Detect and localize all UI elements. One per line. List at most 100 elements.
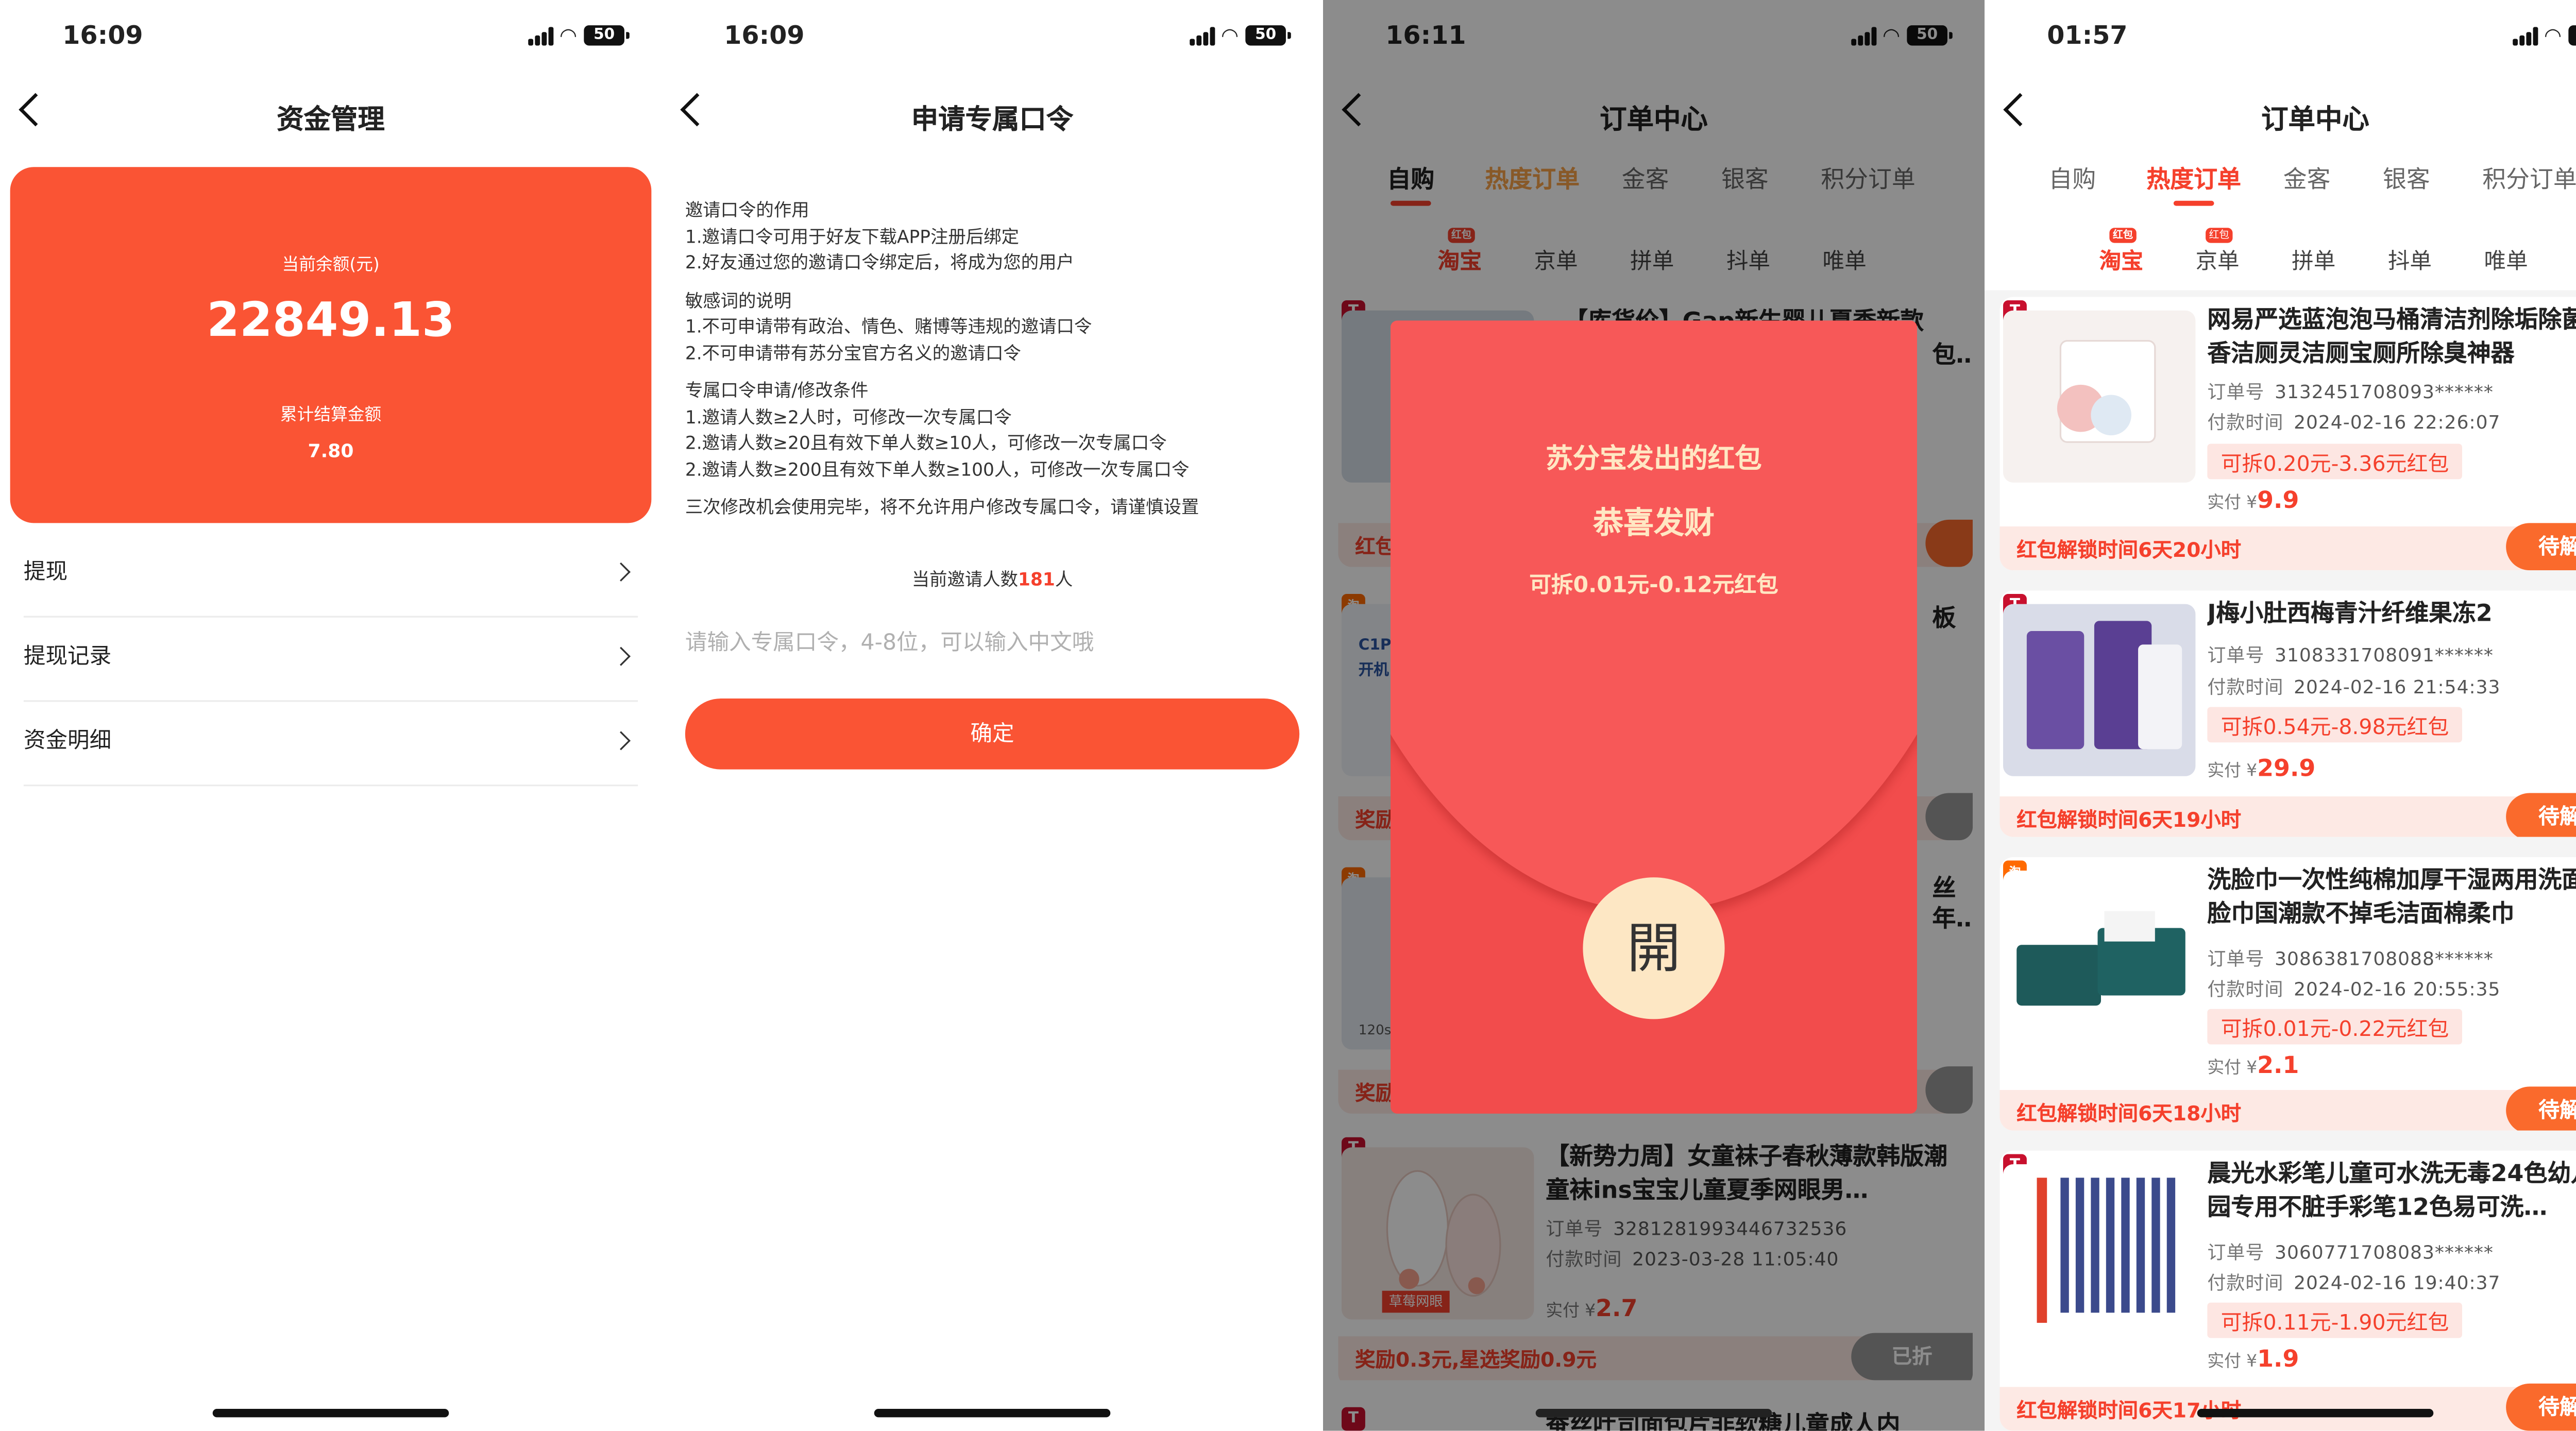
balance-label: 当前余额(元)	[282, 256, 380, 275]
signal-icon	[2512, 26, 2537, 45]
order-number-label: 订单号	[2207, 948, 2265, 970]
payment-time-label: 付款时间	[2207, 978, 2284, 1001]
tab-gold-customers[interactable]: 金客	[2283, 162, 2331, 196]
order-card[interactable]: 淘 洗脸巾一次性纯棉加厚干湿两用洗面擦脸巾国潮款不掉毛洁面棉柔巾 订单号3086…	[1999, 857, 2576, 1131]
tab-self-purchase[interactable]: 自购	[2048, 162, 2096, 196]
subtab-pdd[interactable]: 拼单	[2292, 243, 2335, 275]
order-number-value: 3060771708083******	[2275, 1241, 2494, 1264]
status-time: 01:57	[2047, 20, 2128, 51]
payment-time: 付款时间 2024-02-16 21:54:33	[2207, 673, 2500, 700]
paid-label: 实付 ¥	[2207, 1060, 2258, 1079]
tab-label: 热度订单	[2146, 167, 2241, 194]
unlock-strip: 红包解锁时间6天18小时 待解锁	[1999, 1086, 2576, 1131]
tab-label: 自购	[2048, 167, 2096, 194]
product-image-graphic	[2057, 340, 2156, 443]
status-icons: ◠ 50	[527, 25, 630, 46]
page-title: 订单中心	[2261, 103, 2369, 135]
home-indicator[interactable]	[874, 1409, 1111, 1418]
screenshot-stage: 16:09 ◠ 50 资金管理 当前余额(元) 22849.13 累计结算金额 …	[0, 0, 2576, 1431]
order-number: 订单号 3086381708088******	[2207, 945, 2494, 972]
order-number-label: 订单号	[2207, 644, 2265, 667]
order-number-value: 3086381708088******	[2275, 948, 2494, 970]
payment-time-label: 付款时间	[2207, 676, 2284, 699]
unlock-time-text: 红包解锁时间6天19小时	[2016, 808, 2242, 832]
confirm-button[interactable]: 确定	[685, 699, 1300, 770]
status-bar: 16:09 ◠ 50	[662, 20, 1323, 54]
menu-item-label: 提现	[23, 560, 68, 586]
menu-item-fund-details[interactable]: 资金明细	[23, 702, 638, 787]
invite-code-input[interactable]	[685, 619, 1300, 667]
product-title: 晨光水彩笔儿童可水洗无毒24色幼儿园专用不脏手彩笔12色易可洗…	[2207, 1161, 2576, 1222]
unlock-time-text: 红包解锁时间6天20小时	[2016, 538, 2242, 562]
payment-time-value: 2024-02-16 19:40:37	[2294, 1272, 2501, 1294]
chevron-right-icon	[611, 562, 631, 582]
unlock-time-text: 红包解锁时间6天18小时	[2016, 1101, 2242, 1126]
page-title: 申请专属口令	[911, 103, 1074, 135]
pending-unlock-button[interactable]: 待解锁	[2506, 1383, 2576, 1431]
product-image	[2003, 1164, 2196, 1337]
platform-subtabs: 红包 淘宝 红包京单 拼单 抖单 唯单	[1985, 228, 2576, 277]
paid-label: 实付 ¥	[2207, 494, 2258, 513]
red-packet-badge: 红包	[2206, 228, 2233, 243]
subtab-vip[interactable]: 唯单	[2484, 243, 2528, 275]
battery-icon: 50	[584, 25, 630, 46]
payment-time: 付款时间 2024-02-16 22:26:07	[2207, 408, 2500, 435]
pending-unlock-button[interactable]: 待解锁	[2506, 1086, 2576, 1131]
tab-points-orders[interactable]: 积分订单	[2482, 162, 2576, 196]
subtab-label: 抖单	[2387, 249, 2432, 275]
home-indicator[interactable]	[1535, 1409, 1772, 1418]
home-indicator[interactable]	[2197, 1409, 2434, 1418]
paid-amount: 实付 ¥29.9	[2207, 756, 2315, 782]
payment-time: 付款时间 2024-02-16 19:40:37	[2207, 1269, 2500, 1296]
home-indicator[interactable]	[212, 1409, 449, 1418]
payment-time-label: 付款时间	[2207, 1272, 2284, 1294]
funds-menu: 提现 提现记录 资金明细	[23, 533, 638, 787]
order-center-screen: 01:57 ◠ 87 订单中心 自购 热度订单 金客 银客 积分订单 红包淘宝 …	[1984, 0, 2576, 1431]
tab-silver-customers[interactable]: 银客	[2383, 162, 2430, 196]
wifi-icon: ◠	[2544, 23, 2562, 47]
chevron-right-icon	[611, 731, 631, 751]
red-packet-envelope: 苏分宝发出的红包 恭喜发财 可拆0.01元-0.12元红包 開	[1391, 320, 1917, 1114]
order-number: 订单号 3108331708091******	[2207, 641, 2494, 668]
subtab-douyin[interactable]: 抖单	[2388, 243, 2432, 275]
paid-amount: 实付 ¥2.1	[2207, 1053, 2299, 1080]
product-image-graphic	[2026, 621, 2182, 749]
payment-time-label: 付款时间	[2207, 412, 2284, 434]
product-title: J梅小肚西梅青汁纤维果冻2	[2207, 601, 2493, 628]
subtab-label: 京单	[2195, 249, 2240, 275]
payment-time-value: 2024-02-16 21:54:33	[2294, 676, 2501, 699]
red-packet-range: 可拆0.20元-3.36元红包	[2207, 444, 2463, 480]
rules-warning: 三次修改机会使用完毕，将不允许用户修改专属口令，请谨慎设置	[685, 498, 1199, 518]
order-number: 订单号 3132451708093******	[2207, 378, 2494, 405]
invite-count-suffix: 人	[1055, 570, 1073, 591]
pending-unlock-button[interactable]: 待解锁	[2506, 523, 2576, 571]
status-bar: 01:57 ◠ 87	[1985, 20, 2576, 54]
menu-item-label: 资金明细	[23, 729, 112, 755]
invite-count-number: 181	[1018, 570, 1055, 591]
subtab-taobao[interactable]: 红包 淘宝	[2099, 228, 2143, 275]
rules-heading: 敏感词的说明	[685, 291, 792, 312]
red-packet-range: 可拆0.01元-0.22元红包	[2207, 1009, 2463, 1045]
product-image-graphic	[2016, 911, 2185, 1006]
payment-time-value: 2024-02-16 20:55:35	[2294, 978, 2501, 1001]
status-time: 16:09	[724, 20, 805, 51]
payment-time-value: 2024-02-16 22:26:07	[2294, 412, 2501, 434]
order-tabs: 自购 热度订单 金客 银客 积分订单	[1985, 162, 2576, 206]
menu-item-withdraw[interactable]: 提现	[23, 533, 638, 618]
menu-item-label: 提现记录	[23, 644, 112, 670]
invite-count: 当前邀请人数181人	[662, 567, 1323, 592]
order-card[interactable]: T J梅小肚西梅青汁纤维果冻2 订单号3108331708091****** 付…	[1999, 590, 2576, 837]
order-card[interactable]: T 网易严选蓝泡泡马桶清洁剂除垢除菌留香洁厕灵洁厕宝厕所除臭神器 订单号3132…	[1999, 297, 2576, 571]
subtab-jd[interactable]: 红包 京单	[2195, 228, 2240, 275]
subtab-label: 唯单	[2484, 249, 2528, 275]
rules-heading: 邀请口令的作用	[685, 200, 809, 222]
paid-amount: 实付 ¥9.9	[2207, 488, 2299, 515]
pending-unlock-button[interactable]: 待解锁	[2506, 793, 2576, 837]
tab-label: 银客	[2383, 167, 2430, 194]
menu-item-withdraw-history[interactable]: 提现记录	[23, 618, 638, 702]
open-red-packet-button[interactable]: 開	[1583, 877, 1725, 1019]
tab-hot-orders[interactable]: 热度订单	[2146, 162, 2241, 206]
nav-bar: 申请专属口令	[662, 88, 1323, 142]
product-title: 洗脸巾一次性纯棉加厚干湿两用洗面擦脸巾国潮款不掉毛洁面棉柔巾	[2207, 867, 2576, 928]
order-card[interactable]: T 晨光水彩笔儿童可水洗无毒24色幼儿园专用不脏手彩笔12色易可洗… 订单号30…	[1999, 1150, 2576, 1431]
